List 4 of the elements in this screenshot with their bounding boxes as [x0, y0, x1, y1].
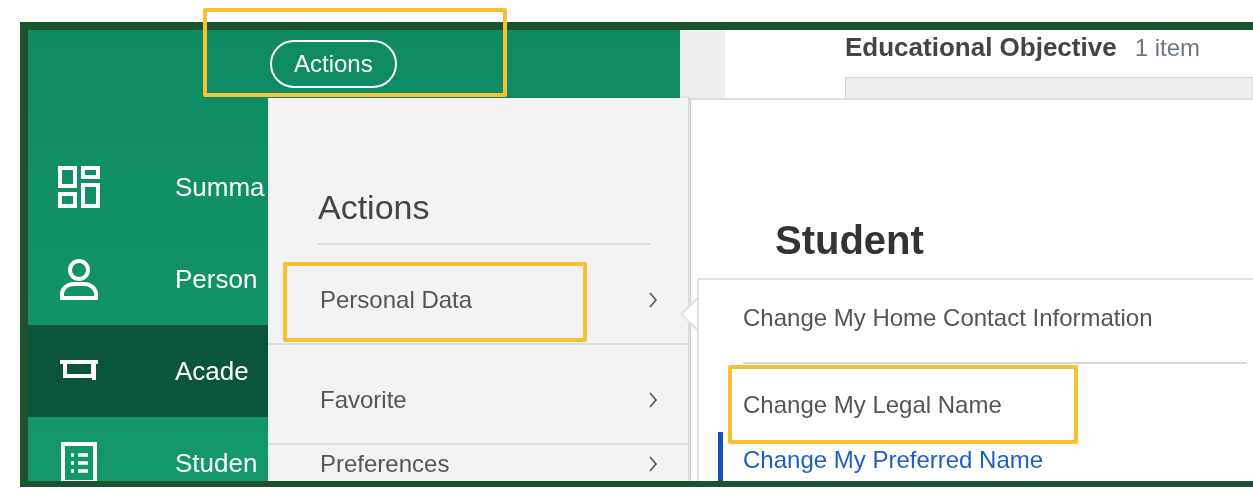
menu-title: Actions [318, 183, 650, 245]
page-title: Student [775, 218, 925, 263]
item-count: 1 item [1134, 34, 1200, 62]
section-title: Educational Objective [845, 32, 1117, 63]
